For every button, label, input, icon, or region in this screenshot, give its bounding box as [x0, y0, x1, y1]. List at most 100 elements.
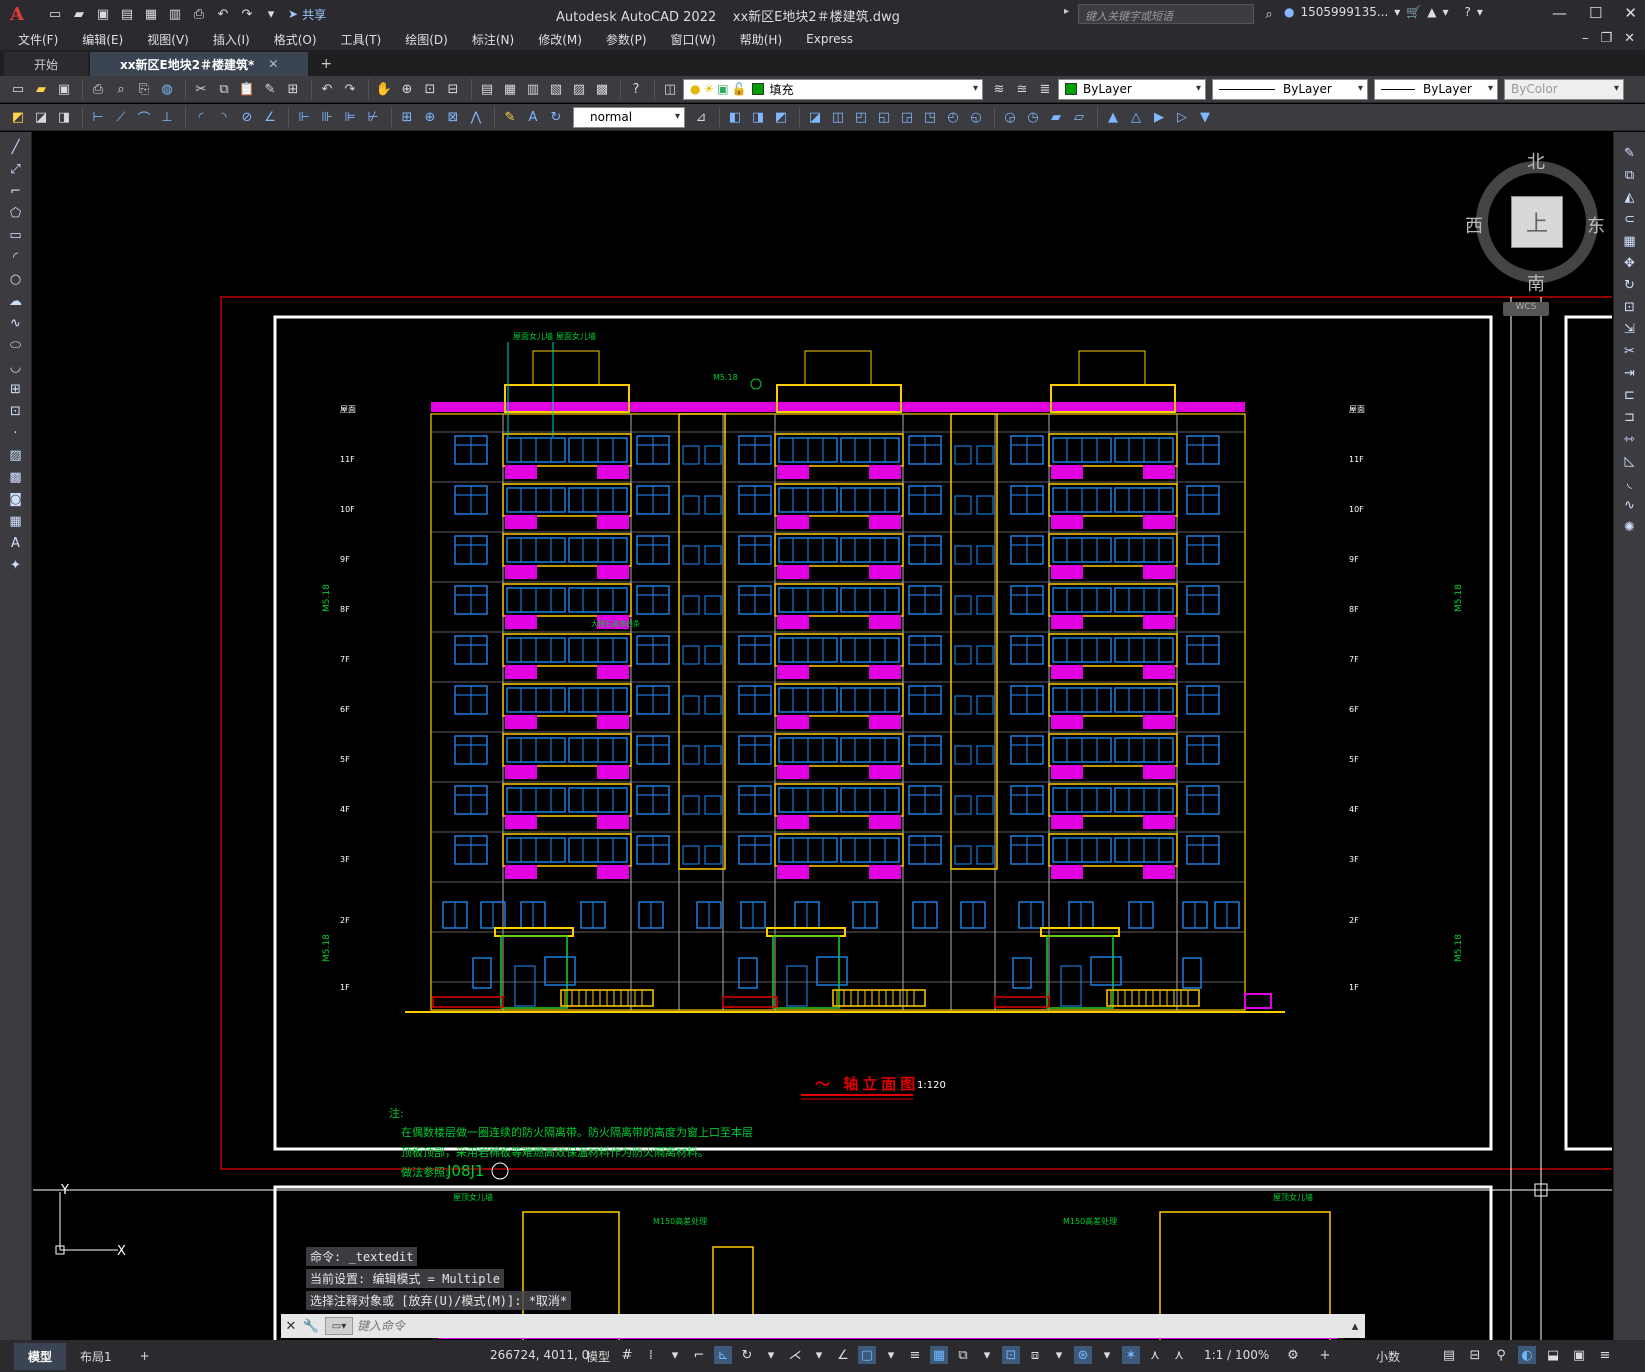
clean-screen-icon[interactable]: ▣	[1570, 1346, 1588, 1364]
globe-icon[interactable]: ◍	[157, 79, 177, 99]
autodesk-app-icon[interactable]: ▲	[1427, 5, 1436, 19]
share-button[interactable]: ➤ 共享	[288, 6, 326, 23]
ellipse-icon[interactable]: ⬭	[6, 336, 26, 355]
selection-filter-icon[interactable]: ⧈	[1026, 1346, 1044, 1364]
tool-icon[interactable]: ◩	[8, 107, 28, 127]
redo-icon[interactable]: ↷	[238, 5, 256, 23]
undo-icon[interactable]: ↶	[214, 5, 232, 23]
make-current-layer-icon[interactable]: ≋	[989, 79, 1009, 99]
color-dropdown[interactable]: ByLayer ▾	[1058, 78, 1206, 100]
revision-cloud-icon[interactable]: ☁	[6, 292, 26, 311]
dim-style-icon[interactable]: ⊿	[691, 107, 711, 127]
menu-tools[interactable]: 工具(T)	[341, 31, 382, 48]
menu-parametric[interactable]: 参数(P)	[606, 31, 647, 48]
isodraft-icon[interactable]: ⋌	[786, 1346, 804, 1364]
publish-icon[interactable]: ⎘	[134, 79, 154, 99]
modify-icon[interactable]: ◫	[828, 107, 848, 127]
menu-file[interactable]: 文件(F)	[18, 31, 58, 48]
add-tab-icon[interactable]: +	[310, 52, 342, 76]
user-account[interactable]: ● 1505999135... ▾ 🛒 ▲ ▾ ? ▾	[1284, 5, 1483, 19]
customize-qa-icon[interactable]: ▾	[262, 5, 280, 23]
linetype-dropdown[interactable]: ByLayer ▾	[1212, 78, 1368, 100]
tool-palettes-icon[interactable]: ▥	[523, 79, 543, 99]
menu-help[interactable]: 帮助(H)	[740, 31, 782, 48]
add-layout-icon[interactable]: +	[126, 1344, 164, 1368]
zoom-window-icon[interactable]: ⊡	[420, 79, 440, 99]
modify-icon[interactable]: ◨	[748, 107, 768, 127]
zoom-previous-icon[interactable]: ⊟	[443, 79, 463, 99]
modify-icon[interactable]: ▲	[1103, 107, 1123, 127]
export-icon[interactable]: ▥	[166, 5, 184, 23]
chevron-down-icon[interactable]: ▾	[978, 1346, 996, 1364]
plot-preview-icon[interactable]: ⌕	[111, 79, 131, 99]
modify-icon[interactable]: ◳	[920, 107, 940, 127]
space-icon[interactable]: ⊬	[363, 107, 383, 127]
text-style-dropdown[interactable]: normal ▾	[573, 106, 685, 128]
modify-icon[interactable]: ▱	[1069, 107, 1089, 127]
polygon-icon[interactable]: ⬠	[6, 204, 26, 223]
save-as-icon[interactable]: ▤	[118, 5, 136, 23]
open-icon[interactable]: ▰	[31, 79, 51, 99]
layer-previous-icon[interactable]: ≊	[1012, 79, 1032, 99]
graphics-performance-icon[interactable]: ◐	[1518, 1346, 1536, 1364]
tool-icon[interactable]: ◨	[54, 107, 74, 127]
spline-icon[interactable]: ∿	[6, 314, 26, 333]
dim-edit-icon[interactable]: ✎	[500, 107, 520, 127]
menu-insert[interactable]: 插入(I)	[213, 31, 250, 48]
coordinate-readout[interactable]: 266724, 4011, 0	[490, 1348, 589, 1362]
compass-south[interactable]: 南	[1527, 270, 1545, 296]
plus-icon[interactable]: +	[1316, 1346, 1334, 1364]
doc-close-icon[interactable]: ✕	[1624, 31, 1635, 46]
web-save-icon[interactable]: ▦	[142, 5, 160, 23]
cart-icon[interactable]: 🛒	[1406, 5, 1421, 19]
chevron-down-icon[interactable]: ▾	[810, 1346, 828, 1364]
tab-start[interactable]: 开始	[4, 52, 89, 76]
modify-icon[interactable]: ◷	[1023, 107, 1043, 127]
annotation-scale-readout[interactable]: 1:1 / 100%	[1204, 1348, 1269, 1362]
join-icon[interactable]: ⇿	[1620, 430, 1640, 449]
layer-properties-icon[interactable]: ◫	[660, 79, 680, 99]
model-space-toggle[interactable]: 模型	[586, 1348, 610, 1365]
circle-icon[interactable]: ○	[6, 270, 26, 289]
selection-cycling-icon[interactable]: ⧉	[954, 1346, 972, 1364]
jogged-linear-icon[interactable]: ⋀	[466, 107, 486, 127]
menu-dimension[interactable]: 标注(N)	[472, 31, 514, 48]
help-icon[interactable]: ?	[1465, 5, 1471, 19]
modify-icon[interactable]: ▼	[1195, 107, 1215, 127]
search-icon[interactable]: ⌕	[1260, 5, 1278, 23]
menu-modify[interactable]: 修改(M)	[538, 31, 582, 48]
erase-icon[interactable]: ✎	[1620, 144, 1640, 163]
hatch-icon[interactable]: ▨	[6, 446, 26, 465]
radius-icon[interactable]: ◜	[191, 107, 211, 127]
viewcube[interactable]: 北 南 东 西 上	[1465, 152, 1607, 295]
break-at-point-icon[interactable]: ⊏	[1620, 386, 1640, 405]
table-icon[interactable]: ▦	[6, 512, 26, 531]
save-icon[interactable]: ▣	[94, 5, 112, 23]
plot-icon[interactable]: ⎙	[190, 5, 208, 23]
arc-icon[interactable]: ◜	[6, 248, 26, 267]
menu-view[interactable]: 视图(V)	[147, 31, 189, 48]
chevron-down-icon[interactable]: ▾	[666, 1346, 684, 1364]
plot-icon[interactable]: ⎙	[88, 79, 108, 99]
lock-ui-icon[interactable]: ⊟	[1466, 1346, 1484, 1364]
line-icon[interactable]: ╱	[6, 138, 26, 157]
quick-properties-icon[interactable]: ▤	[1440, 1346, 1458, 1364]
diameter-icon[interactable]: ⊘	[237, 107, 257, 127]
chevron-down-icon[interactable]: ▾	[1050, 1346, 1068, 1364]
object-snap-tracking-icon[interactable]: ∠	[834, 1346, 852, 1364]
menu-express[interactable]: Express	[806, 32, 853, 46]
dim-text-edit-icon[interactable]: A	[523, 107, 543, 127]
arc-length-icon[interactable]: ⌒	[134, 107, 154, 127]
chamfer-icon[interactable]: ◺	[1620, 452, 1640, 471]
copy-icon[interactable]: ⧉	[214, 79, 234, 99]
ellipse-arc-icon[interactable]: ◡	[6, 358, 26, 377]
array-icon[interactable]: ▦	[1620, 232, 1640, 251]
compass-north[interactable]: 北	[1527, 148, 1545, 174]
recent-commands-icon[interactable]: ▭▾	[325, 1317, 353, 1335]
menu-edit[interactable]: 编辑(E)	[82, 31, 123, 48]
angular-icon[interactable]: ∠	[260, 107, 280, 127]
open-file-icon[interactable]: ▰	[70, 5, 88, 23]
point-icon[interactable]: ·	[6, 424, 26, 443]
copy-object-icon[interactable]: ⧉	[1620, 166, 1640, 185]
multiline-text-icon[interactable]: A	[6, 534, 26, 553]
